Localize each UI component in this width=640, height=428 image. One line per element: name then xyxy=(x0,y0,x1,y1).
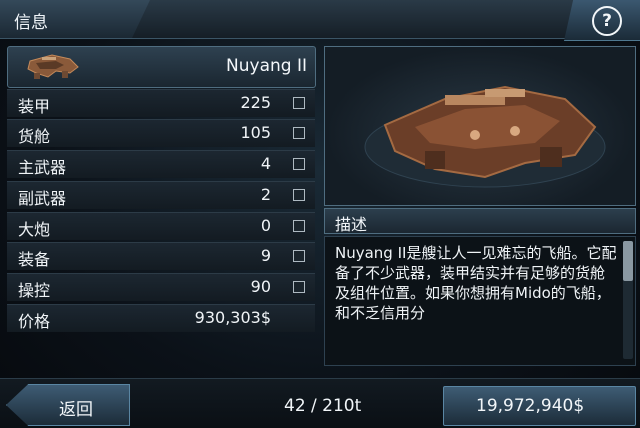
stat-value: 2 xyxy=(260,185,271,204)
stat-value: 90 xyxy=(250,277,271,296)
stat-checkbox[interactable] xyxy=(293,127,305,139)
stat-row-cannons: 大炮 0 xyxy=(7,212,315,240)
ship-model-image xyxy=(364,85,606,188)
stat-label: 货舱 xyxy=(18,127,51,146)
ship-header: Nuyang II xyxy=(7,46,316,88)
question-icon: ? xyxy=(592,6,622,36)
back-button[interactable]: 返回 xyxy=(6,384,130,426)
description-text: Nuyang II是艘让人一见难忘的飞船。它配备了不少武器，装甲结实并有足够的货… xyxy=(335,244,617,322)
stat-label: 副武器 xyxy=(18,189,67,208)
stat-row-price: 价格 930,303$ xyxy=(7,304,315,332)
stat-label: 装甲 xyxy=(18,97,51,116)
ship-thumbnail-icon xyxy=(27,54,79,79)
stat-value: 0 xyxy=(260,216,271,235)
help-button[interactable]: ? xyxy=(564,0,640,41)
credits-value: 19,972,940$ xyxy=(476,396,585,416)
stat-row-secondary-weapons: 副武器 2 xyxy=(7,181,315,209)
stat-checkbox[interactable] xyxy=(293,281,305,293)
stat-checkbox[interactable] xyxy=(293,158,305,170)
stat-value: 225 xyxy=(240,93,271,112)
stat-checkbox[interactable] xyxy=(293,97,305,109)
description-scroll-thumb[interactable] xyxy=(623,241,633,281)
stat-label: 大炮 xyxy=(18,220,51,239)
stat-value: 4 xyxy=(260,154,271,173)
price-value: 930,303$ xyxy=(194,308,271,327)
ship-preview xyxy=(324,46,636,206)
stat-row-equipment: 装备 9 xyxy=(7,242,315,270)
cargo-capacity: 42 / 210t xyxy=(284,396,362,416)
stat-row-primary-weapons: 主武器 4 xyxy=(7,150,315,178)
price-label: 价格 xyxy=(18,312,51,331)
stat-value: 105 xyxy=(240,123,271,142)
credits-button[interactable]: 19,972,940$ xyxy=(443,386,636,426)
stat-row-armor: 装甲 225 xyxy=(7,89,315,117)
stat-label: 操控 xyxy=(18,281,51,300)
page-title: 信息 xyxy=(14,13,48,33)
top-bar: 信息 xyxy=(0,0,640,39)
description-title: 描述 xyxy=(335,215,368,234)
stat-row-cargo: 货舱 105 xyxy=(7,119,315,147)
stat-label: 主武器 xyxy=(18,158,67,177)
stat-value: 9 xyxy=(260,246,271,265)
ship-name: Nuyang II xyxy=(226,56,307,76)
back-label: 返回 xyxy=(59,400,93,420)
stat-row-handling: 操控 90 xyxy=(7,273,315,301)
stat-checkbox[interactable] xyxy=(293,220,305,232)
stat-label: 装备 xyxy=(18,250,51,269)
description-header: 描述 xyxy=(324,208,636,234)
stat-checkbox[interactable] xyxy=(293,189,305,201)
description-box[interactable]: Nuyang II是艘让人一见难忘的飞船。它配备了不少武器，装甲结实并有足够的货… xyxy=(324,236,636,366)
stat-checkbox[interactable] xyxy=(293,250,305,262)
